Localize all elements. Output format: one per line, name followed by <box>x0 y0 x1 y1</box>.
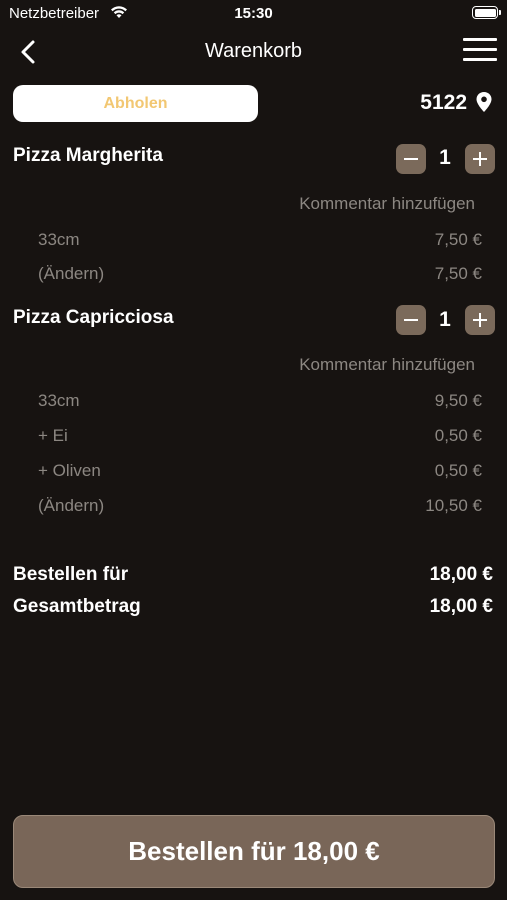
zip-code: 5122 <box>420 91 467 114</box>
quantity-value: 1 <box>439 146 451 169</box>
option-label: 33cm <box>38 391 80 410</box>
increase-quantity-button[interactable] <box>465 305 495 335</box>
change-option-link[interactable]: (Ändern) <box>38 264 104 284</box>
decrease-quantity-button[interactable] <box>396 144 426 174</box>
option-label: + Oliven <box>38 461 101 480</box>
item-name: Pizza Margherita <box>13 145 163 166</box>
order-for-value: 18,00 € <box>429 564 493 585</box>
battery-icon <box>472 6 501 19</box>
quantity-value: 1 <box>439 308 451 331</box>
add-comment-link[interactable]: Kommentar hinzufügen <box>299 194 475 214</box>
option-price: 0,50 € <box>434 461 482 480</box>
hamburger-menu-icon[interactable] <box>463 38 497 66</box>
status-time: 15:30 <box>234 5 273 22</box>
option-price: 7,50 € <box>434 264 482 283</box>
total-label: Gesamtbetrag <box>13 596 141 617</box>
option-label: + Ei <box>38 426 68 445</box>
pickup-button[interactable]: Abholen <box>13 85 258 122</box>
decrease-quantity-button[interactable] <box>396 305 426 335</box>
item-name: Pizza Capricciosa <box>13 307 174 328</box>
minus-icon <box>404 319 418 321</box>
option-price: 10,50 € <box>425 496 482 515</box>
add-comment-link[interactable]: Kommentar hinzufügen <box>299 355 475 375</box>
total-value: 18,00 € <box>429 596 493 617</box>
status-bar: Netzbetreiber 15:30 <box>0 0 507 30</box>
change-option-link[interactable]: (Ändern) <box>38 496 104 516</box>
increase-quantity-button[interactable] <box>465 144 495 174</box>
location-pin-icon[interactable] <box>476 92 492 117</box>
option-price: 7,50 € <box>434 230 482 249</box>
place-order-button[interactable]: Bestellen für 18,00 € <box>13 815 495 888</box>
minus-icon <box>404 158 418 160</box>
order-for-label: Bestellen für <box>13 564 129 585</box>
option-label: 33cm <box>38 230 80 249</box>
option-price: 0,50 € <box>434 426 482 445</box>
page-title: Warenkorb <box>204 40 303 62</box>
option-price: 9,50 € <box>434 391 482 410</box>
